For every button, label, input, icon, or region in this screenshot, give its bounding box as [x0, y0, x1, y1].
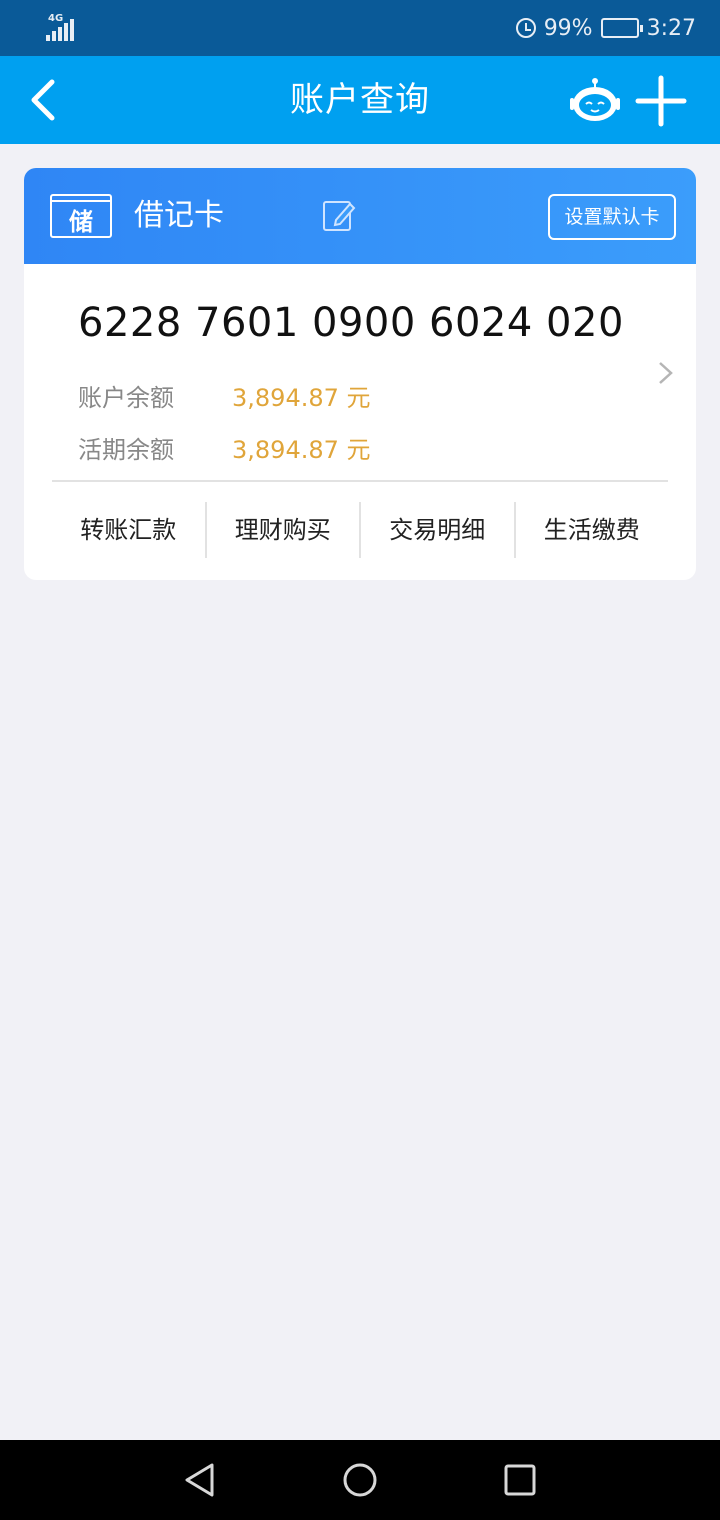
circle-home-icon	[343, 1463, 377, 1497]
clock: 3:27	[646, 15, 696, 41]
signal-icon: 4G	[46, 13, 74, 41]
balance-label: 活期余额	[78, 436, 174, 464]
card-type-badge: 储	[69, 207, 93, 236]
divider	[52, 480, 668, 482]
wealth-purchase-button[interactable]: 理财购买	[207, 502, 361, 558]
card-type-label: 借记卡	[134, 198, 224, 233]
chevron-right-icon	[659, 362, 673, 384]
card-actions: 转账汇款 理财购买 交易明细 生活缴费	[52, 502, 668, 558]
balance-value: 3,894.87 元	[232, 436, 371, 464]
card-detail-link[interactable]: 6228 7601 0900 6024 020 账户余额 3,894.87 元 …	[24, 264, 696, 480]
nav-home-button[interactable]	[342, 1462, 378, 1498]
status-bar: 4G 99% 3:27	[0, 0, 720, 56]
nav-back-button[interactable]	[182, 1462, 218, 1498]
transaction-details-button[interactable]: 交易明细	[361, 502, 516, 558]
account-card: 储 借记卡 设置默认卡 6228 7601 0900 6024 020 账户余额…	[24, 168, 696, 580]
system-nav-bar	[0, 1440, 720, 1520]
edit-icon[interactable]	[322, 198, 356, 232]
network-type: 4G	[48, 13, 64, 24]
triangle-back-icon	[185, 1463, 214, 1497]
set-default-button[interactable]: 设置默认卡	[548, 194, 676, 240]
transfer-button[interactable]: 转账汇款	[52, 502, 207, 558]
square-recents-icon	[504, 1464, 536, 1496]
balance-value: 3,894.87 元	[232, 384, 371, 412]
card-number: 6228 7601 0900 6024 020	[78, 300, 624, 346]
nav-recents-button[interactable]	[502, 1462, 538, 1498]
robot-icon	[570, 78, 620, 121]
plus-icon	[635, 75, 687, 127]
app-header: 账户查询	[0, 56, 720, 144]
battery-icon	[600, 18, 643, 38]
balance-label: 账户余额	[78, 384, 174, 412]
battery-percent: 99%	[543, 15, 593, 41]
bill-payment-button[interactable]: 生活缴费	[516, 502, 669, 558]
card-header: 储 借记卡 设置默认卡	[24, 168, 696, 264]
alarm-icon	[515, 18, 536, 38]
savings-card-icon: 储	[50, 194, 112, 238]
add-button[interactable]	[634, 74, 688, 128]
assistant-button[interactable]	[568, 76, 622, 126]
